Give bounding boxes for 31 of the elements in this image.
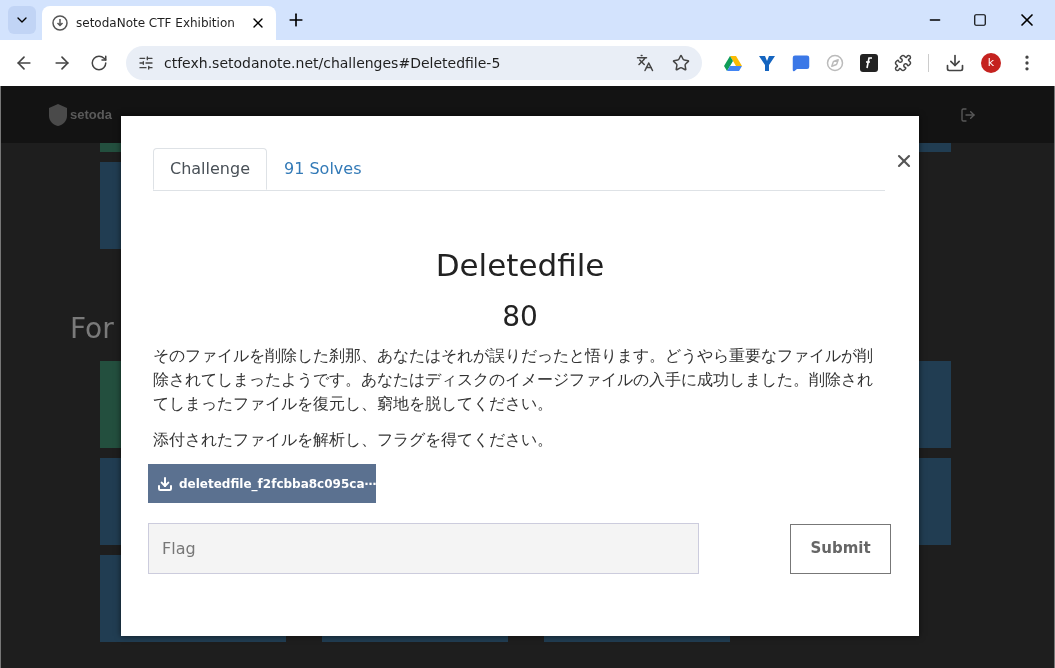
download-icon xyxy=(157,475,173,492)
address-bar[interactable]: ctfexh.setodanote.net/challenges#Deletedfile-5 xyxy=(126,46,702,80)
flag-input[interactable]: Flag xyxy=(148,523,699,574)
tab-title: setodaNote CTF Exhibition xyxy=(76,15,236,32)
brand-logo-icon xyxy=(49,103,67,126)
logout-icon[interactable] xyxy=(960,106,976,123)
site-info-icon[interactable] xyxy=(138,55,154,71)
browser-tab[interactable]: setodaNote CTF Exhibition xyxy=(42,6,276,40)
description-paragraph: 添付されたファイルを解析し、フラグを得てください。 xyxy=(153,429,554,451)
site-icon xyxy=(52,15,68,31)
bookmark-star-icon[interactable] xyxy=(672,54,690,72)
translate-icon[interactable] xyxy=(636,54,654,72)
download-file-button[interactable]: deletedfile_f2fcbba8c095ca⋯ xyxy=(148,464,376,503)
modal-tab[interactable]: 91 Solves xyxy=(267,148,379,190)
challenge-points: 80 xyxy=(501,299,539,335)
url-text: ctfexh.setodanote.net/challenges#Deletedfile-5 xyxy=(164,53,502,73)
extensions-icon[interactable] xyxy=(894,54,912,72)
chat-extension-icon[interactable] xyxy=(792,54,810,72)
description-paragraph: そのファイルを削除した刹那、あなたはそれが誤りだったと悟ります。どうやら重要なファイルが削除されてしまったようです。あなたはディスクのイメージファイルの入手に成功しました。削除されてしまったファイルを復元し、窮地を脱してください。 xyxy=(153,345,874,415)
tab-list-button[interactable] xyxy=(8,6,36,34)
maximize-icon[interactable] xyxy=(973,13,987,27)
submit-button[interactable]: Submit xyxy=(790,523,891,574)
y-extension-icon[interactable] xyxy=(758,54,776,72)
category-heading: For xyxy=(70,311,114,347)
modal-tab[interactable]: Challenge xyxy=(153,148,267,190)
challenge-title: Deletedfile xyxy=(434,246,606,285)
downloads-icon[interactable] xyxy=(945,53,965,73)
profile-avatar[interactable]: k xyxy=(981,53,1001,73)
reload-icon[interactable] xyxy=(90,54,108,72)
script-extension-icon[interactable] xyxy=(860,54,878,72)
triangle-extension-icon[interactable] xyxy=(724,55,742,71)
